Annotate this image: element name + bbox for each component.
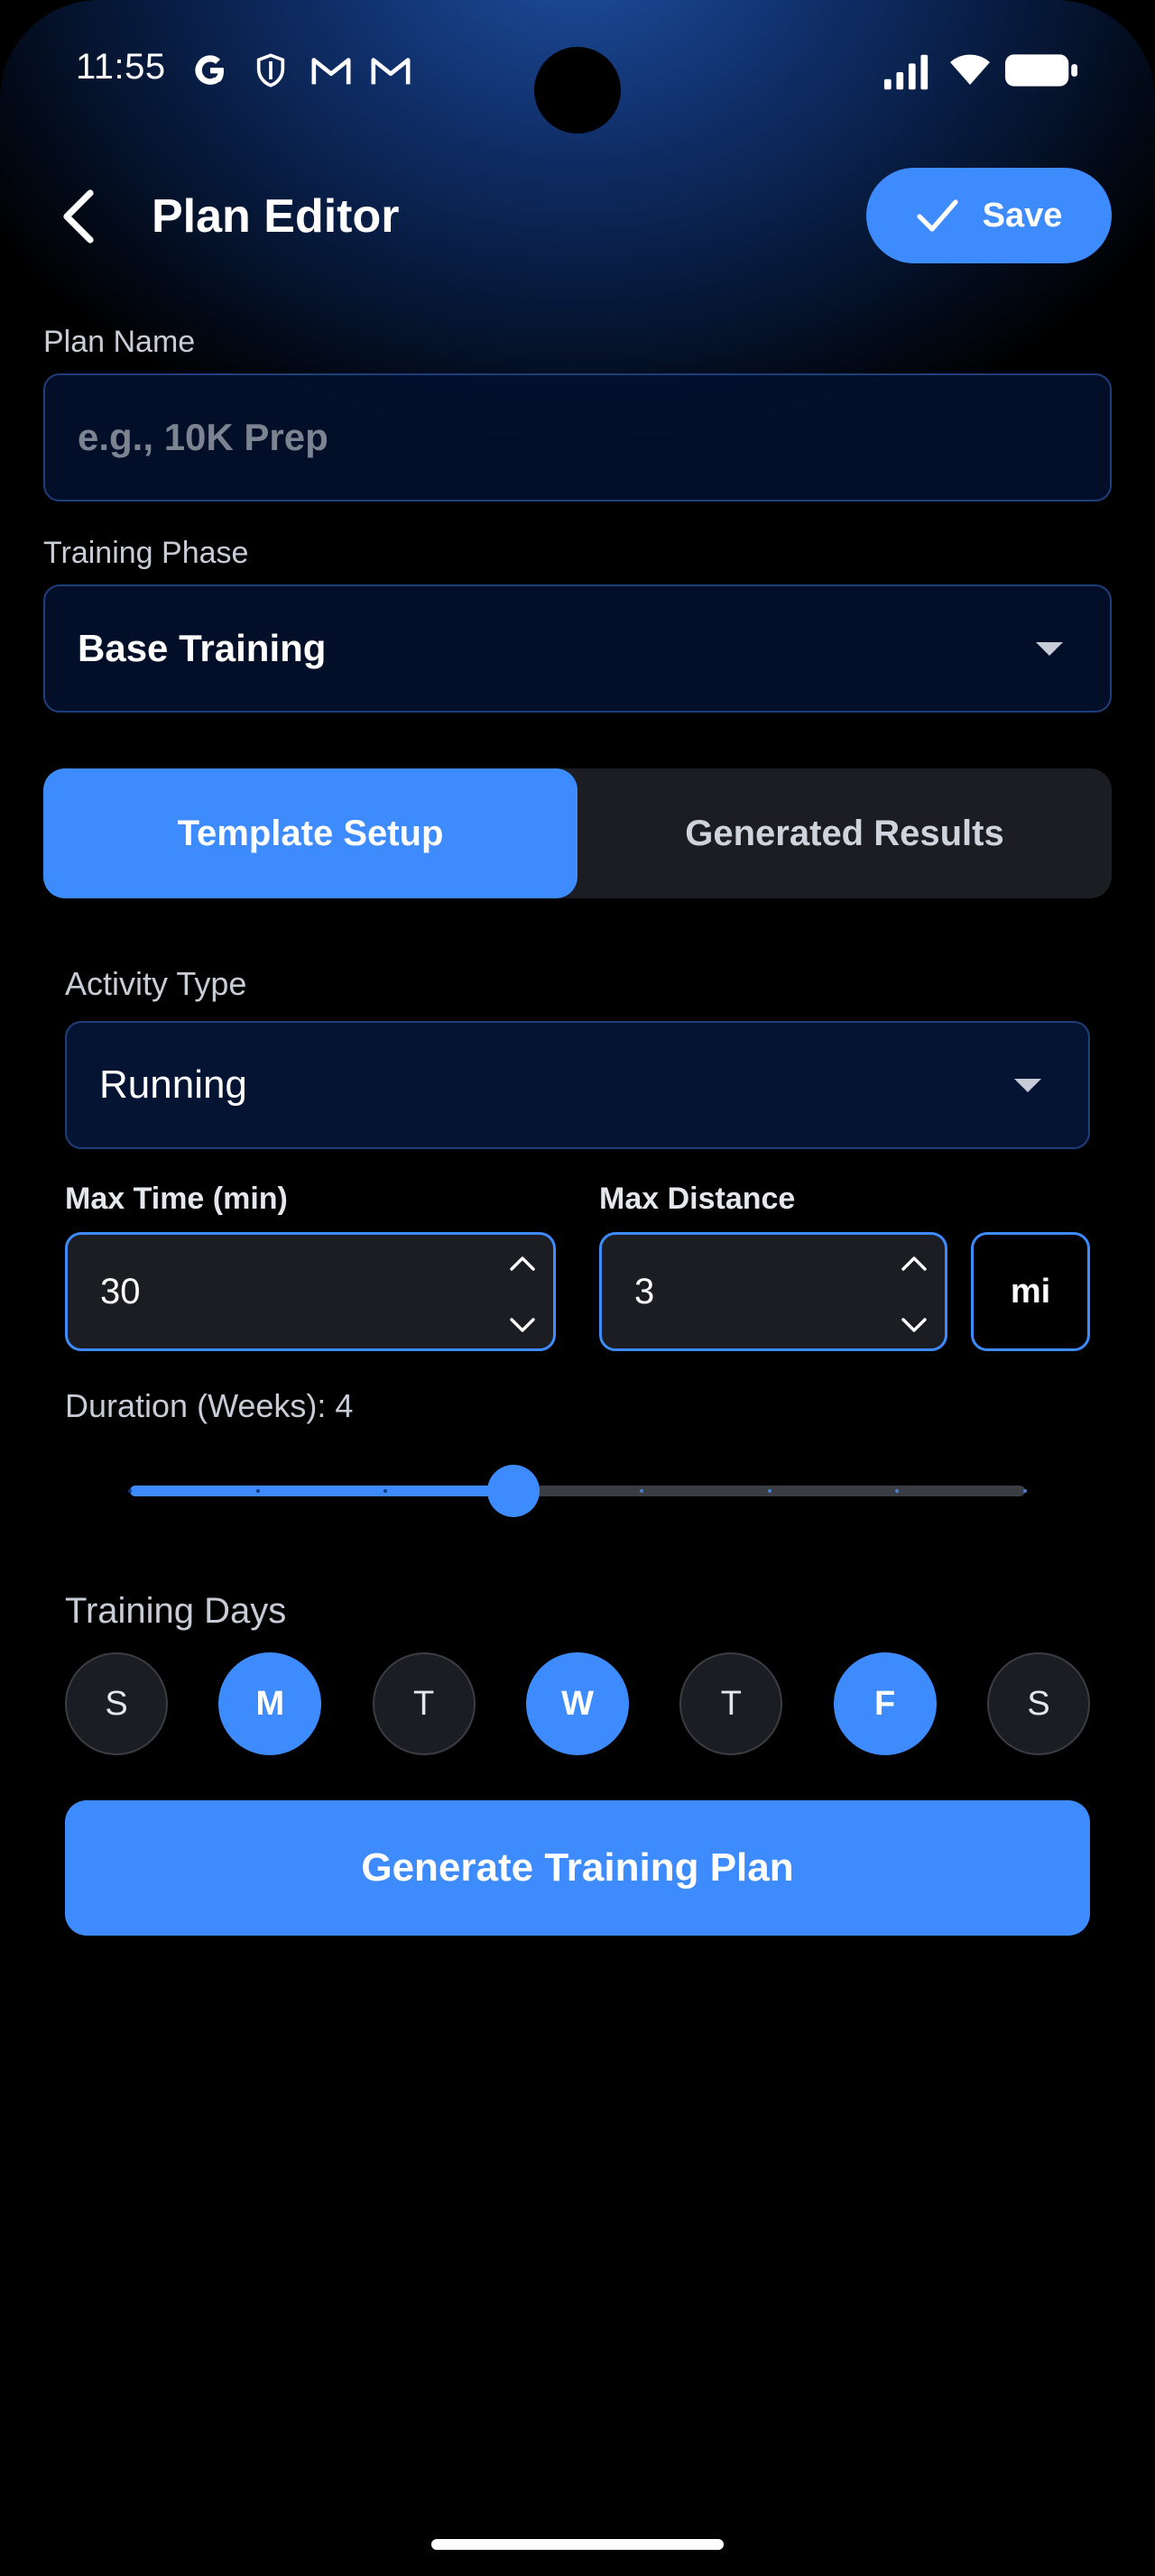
slider-tick <box>255 1489 260 1493</box>
dropdown-caret-icon <box>1014 1079 1041 1092</box>
status-time: 11:55 <box>76 47 166 87</box>
max-distance-value: 3 <box>634 1271 655 1311</box>
segmented-tabs: Template Setup Generated Results <box>43 768 1112 898</box>
activity-type-select[interactable]: Running <box>65 1021 1090 1149</box>
dropdown-caret-icon <box>1036 642 1063 656</box>
plan-name-label: Plan Name <box>43 325 196 359</box>
generate-plan-button[interactable]: Generate Training Plan <box>65 1800 1090 1936</box>
chevron-down-icon[interactable] <box>901 1316 928 1334</box>
gmail-icon <box>311 58 351 85</box>
save-button-label: Save <box>982 196 1063 235</box>
signal-icon <box>883 54 929 90</box>
activity-type-label: Activity Type <box>65 965 247 1002</box>
chevron-down-icon[interactable] <box>509 1316 536 1334</box>
tab-generated-results[interactable]: Generated Results <box>578 768 1112 898</box>
camera-cutout <box>534 47 621 133</box>
page-title: Plan Editor <box>152 190 400 243</box>
plan-name-input[interactable] <box>78 416 1110 459</box>
day-toggle-thursday[interactable]: T <box>679 1652 783 1755</box>
max-time-stepper[interactable] <box>504 1255 541 1334</box>
training-phase-select[interactable]: Base Training <box>43 584 1112 713</box>
day-toggle-wednesday[interactable]: W <box>526 1652 629 1755</box>
battery-icon <box>1005 54 1078 87</box>
duration-slider-thumb[interactable] <box>487 1465 541 1517</box>
day-toggle-saturday[interactable]: S <box>987 1652 1090 1755</box>
duration-slider-fill <box>130 1486 514 1496</box>
chevron-left-icon <box>63 189 94 244</box>
status-bar: 11:55 <box>0 0 1155 135</box>
training-days-label: Training Days <box>65 1591 287 1631</box>
max-time-input[interactable]: 30 <box>65 1232 556 1351</box>
google-g-icon <box>195 55 224 85</box>
slider-tick <box>639 1489 643 1493</box>
training-phase-value: Base Training <box>78 627 327 669</box>
day-toggle-tuesday[interactable]: T <box>372 1652 476 1755</box>
back-button[interactable] <box>51 180 105 253</box>
training-phase-label: Training Phase <box>43 536 249 570</box>
day-toggle-sunday[interactable]: S <box>65 1652 168 1755</box>
checkmark-icon <box>917 199 958 232</box>
max-distance-stepper[interactable] <box>896 1255 932 1334</box>
tab-template-setup[interactable]: Template Setup <box>43 768 578 898</box>
activity-type-value: Running <box>99 1063 247 1107</box>
wifi-icon <box>950 54 990 85</box>
max-distance-label: Max Distance <box>599 1182 796 1216</box>
duration-label: Duration (Weeks): 4 <box>65 1387 354 1424</box>
chevron-up-icon[interactable] <box>509 1255 536 1273</box>
app-screen: 11:55 Plan Editor Save Plan Name e.g., 1… <box>0 0 1155 2576</box>
slider-tick <box>767 1489 772 1493</box>
max-time-label: Max Time (min) <box>65 1182 288 1216</box>
day-toggle-monday[interactable]: M <box>218 1652 322 1755</box>
save-button[interactable]: Save <box>866 168 1112 263</box>
plan-name-field[interactable] <box>43 373 1112 501</box>
home-indicator[interactable] <box>431 2539 724 2550</box>
gmail-icon <box>371 58 411 85</box>
day-toggle-friday[interactable]: F <box>833 1652 937 1755</box>
chevron-up-icon[interactable] <box>901 1255 928 1273</box>
slider-tick <box>1023 1489 1027 1493</box>
slider-tick <box>128 1489 132 1493</box>
max-distance-input[interactable]: 3 <box>599 1232 947 1351</box>
distance-unit-button[interactable]: mi <box>971 1232 1090 1351</box>
max-time-value: 30 <box>100 1271 141 1311</box>
shield-icon <box>256 53 285 87</box>
